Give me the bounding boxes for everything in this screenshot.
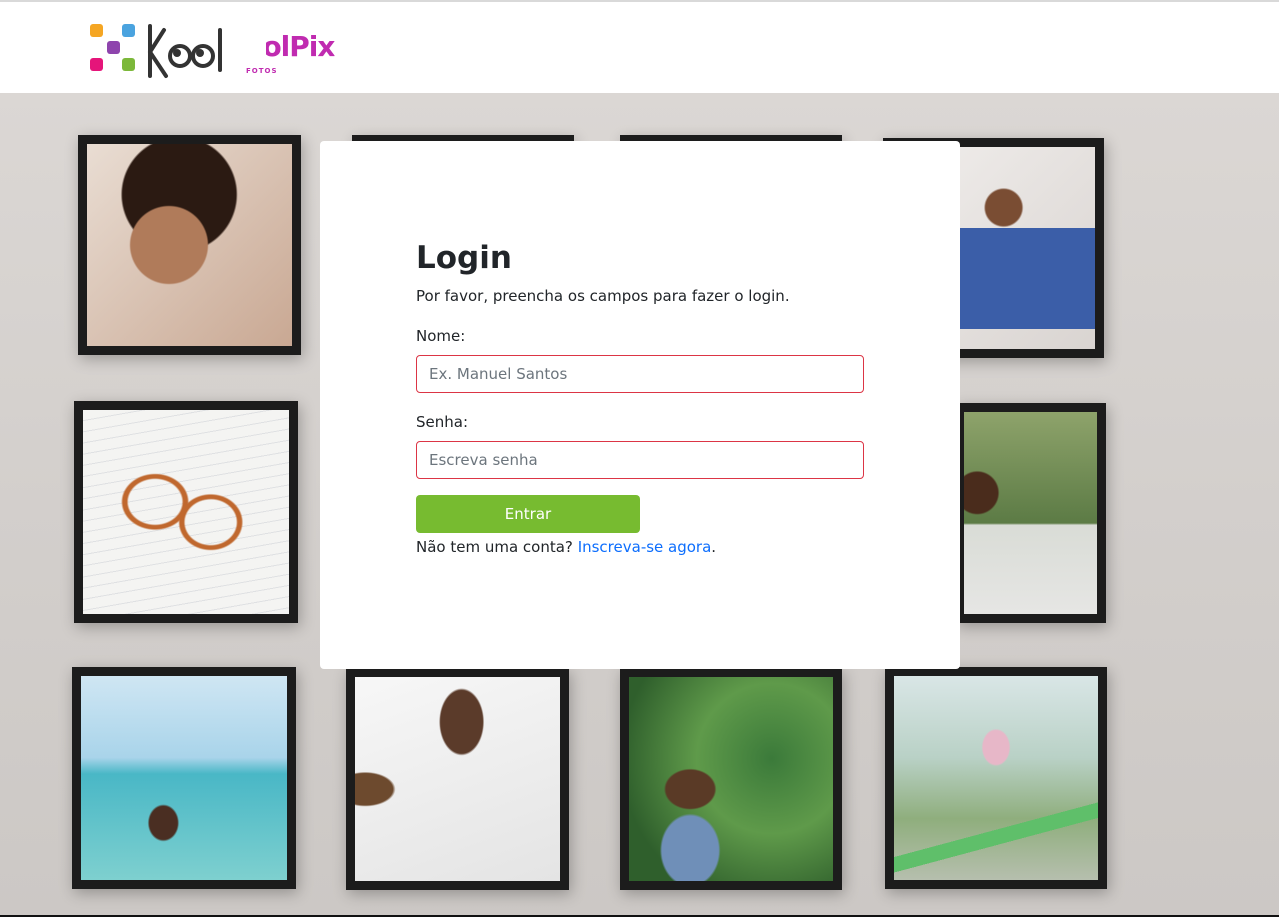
photo-sleeping-child-icon — [355, 677, 560, 881]
signup-text: Não tem uma conta? — [416, 538, 573, 556]
photo-glasses-on-notebook-icon — [83, 410, 289, 614]
photo-frame — [620, 668, 842, 890]
signup-prompt: Não tem uma conta? Inscreva-se agora. — [416, 537, 716, 557]
photo-child-on-seesaw-icon — [894, 676, 1098, 880]
photo-smiling-child-icon — [87, 144, 292, 346]
name-input[interactable] — [416, 355, 864, 393]
login-title: Login — [416, 240, 512, 276]
submit-button[interactable]: Entrar — [416, 495, 640, 533]
login-subtitle: Por favor, preencha os campos para fazer… — [416, 287, 790, 305]
signup-suffix: . — [711, 538, 717, 556]
name-label: Nome: — [416, 327, 466, 345]
site-header: KoolPix FOTOS — [0, 2, 1279, 93]
logo-text-sub: FOTOS — [246, 67, 278, 75]
login-card: Login Por favor, preencha os campos para… — [320, 141, 960, 669]
password-input[interactable] — [416, 441, 864, 479]
photo-frame — [346, 668, 569, 890]
photo-frame — [72, 667, 296, 889]
photo-child-bubbles-icon — [964, 412, 1097, 614]
photo-frame — [955, 403, 1106, 623]
password-label: Senha: — [416, 413, 469, 431]
photo-frame — [74, 401, 298, 623]
photo-frame — [78, 135, 301, 355]
photo-horse-in-sea-icon — [81, 676, 287, 880]
koolpix-logo[interactable]: KoolPix FOTOS — [88, 22, 334, 82]
photo-child-picking-berries-icon — [629, 677, 833, 881]
photo-frame — [885, 667, 1107, 889]
signup-link[interactable]: Inscreva-se agora — [578, 538, 712, 556]
